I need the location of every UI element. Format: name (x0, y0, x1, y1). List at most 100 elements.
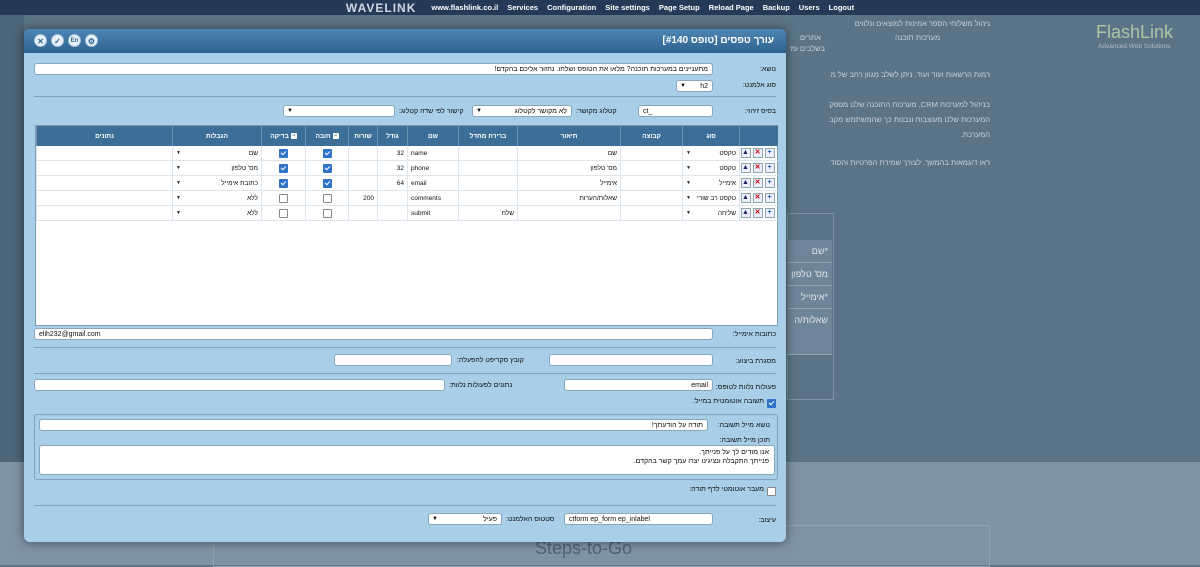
row-size-cell[interactable]: 64 (377, 175, 408, 191)
element-type-select[interactable]: h2 ▼ (676, 80, 713, 92)
column-header-type[interactable]: סוג (682, 126, 740, 146)
row-limits-select[interactable]: שם ▼ (172, 146, 262, 161)
row-size-cell[interactable]: 32 (377, 146, 408, 161)
row-type-select[interactable]: טקסט רב שורי ▼ (682, 190, 740, 206)
row-default-cell[interactable] (458, 160, 518, 176)
row-group-cell[interactable] (620, 190, 683, 206)
row-name-cell[interactable]: phone (407, 160, 459, 176)
add-icon[interactable]: + (764, 208, 775, 218)
column-header-required[interactable]: −חובה (305, 126, 349, 146)
bg-menu-sites[interactable]: אתרים (800, 33, 821, 42)
row-size-cell[interactable] (377, 190, 408, 206)
row-check-checkbox[interactable] (279, 148, 288, 158)
row-name-cell[interactable]: submit (407, 205, 459, 221)
column-header-name[interactable]: שם (407, 126, 459, 146)
row-description-cell[interactable] (517, 205, 621, 221)
delete-icon[interactable]: ✕ (752, 163, 763, 173)
reply-subject-input[interactable]: תודה על הודעתך! (39, 419, 708, 431)
row-check-checkbox[interactable] (279, 163, 288, 173)
move-up-icon[interactable]: ▲ (740, 163, 751, 173)
row-name-cell[interactable]: comments (407, 190, 459, 206)
column-header-size[interactable]: גודל (377, 126, 408, 146)
column-header-description[interactable]: תיאור (517, 126, 621, 146)
language-en-icon[interactable]: En (68, 34, 81, 47)
nav-site-settings[interactable]: Site settings (605, 3, 650, 12)
row-rows-cell[interactable] (348, 146, 378, 161)
row-default-cell[interactable] (458, 146, 518, 161)
delete-icon[interactable]: ✕ (752, 148, 763, 158)
reply-body-textarea[interactable]: אנו מודים לך על פנייתך. פנייתך התקבלה ונ… (39, 445, 775, 475)
row-group-cell[interactable] (620, 175, 683, 191)
add-icon[interactable]: + (764, 148, 775, 158)
column-header-rows[interactable]: שורות (348, 126, 378, 146)
row-name-cell[interactable]: name (407, 146, 459, 161)
style-input[interactable]: ctform ep_form ep_inlabel (564, 513, 713, 525)
row-limits-select[interactable]: ללא ▼ (172, 205, 262, 221)
table-row[interactable]: +✕▲ טקסט ▼ מס' טלפון phone 32 מס' טלפון ▼ (36, 160, 778, 176)
row-data-cell[interactable] (36, 146, 173, 161)
move-up-icon[interactable]: ▲ (740, 208, 751, 218)
row-data-cell[interactable] (36, 160, 173, 176)
row-check-checkbox[interactable] (279, 178, 288, 188)
row-description-cell[interactable]: אימייל (517, 175, 621, 191)
table-row[interactable]: +✕▲ שליחה ▼ שלח submit ללא ▼ (36, 205, 778, 221)
save-icon[interactable]: ✓ (51, 34, 64, 47)
row-rows-cell[interactable]: 200 (348, 190, 378, 206)
status-select[interactable]: פעיל ▼ (428, 513, 502, 525)
nav-users[interactable]: Users (799, 3, 820, 12)
row-check-checkbox[interactable] (279, 193, 288, 203)
column-header-data[interactable]: נתונים (36, 126, 173, 146)
nav-site-link[interactable]: www.flashlink.co.il (431, 3, 498, 12)
row-description-cell[interactable]: מס' טלפון (517, 160, 621, 176)
delete-icon[interactable]: ✕ (752, 178, 763, 188)
table-row[interactable]: +✕▲ טקסט רב שורי ▼ שאלות/הערות comments 200 ל… (36, 190, 778, 206)
script-input[interactable] (334, 354, 452, 366)
close-icon[interactable]: ✕ (34, 34, 47, 47)
add-icon[interactable]: + (764, 178, 775, 188)
row-default-cell[interactable] (458, 190, 518, 206)
row-limits-select[interactable]: כתובת אימייל ▼ (172, 175, 262, 191)
row-type-select[interactable]: טקסט ▼ (682, 146, 740, 161)
table-row[interactable]: +✕▲ טקסט ▼ שם name 32 שם ▼ (36, 146, 778, 161)
row-required-checkbox[interactable] (322, 148, 332, 158)
bg-menu-software[interactable]: מערכות תוכנה (895, 33, 940, 42)
row-type-select[interactable]: אימייל ▼ (682, 175, 740, 191)
row-limits-select[interactable]: ללא ▼ (172, 190, 262, 206)
row-group-cell[interactable] (620, 146, 683, 161)
row-description-cell[interactable]: שאלות/הערות (517, 190, 621, 206)
row-rows-cell[interactable] (348, 175, 378, 191)
settings-icon[interactable]: ⚙ (85, 34, 98, 47)
collapse-icon[interactable]: − (332, 132, 339, 139)
email-input[interactable]: elih232@gmail.com (34, 328, 713, 340)
delete-icon[interactable]: ✕ (752, 193, 763, 203)
collapse-icon[interactable]: − (290, 132, 297, 139)
row-data-cell[interactable] (36, 205, 173, 221)
row-rows-cell[interactable] (348, 205, 378, 221)
add-icon[interactable]: + (764, 193, 775, 203)
row-data-cell[interactable] (36, 190, 173, 206)
row-check-checkbox[interactable] (279, 208, 288, 218)
row-description-cell[interactable]: שם (517, 146, 621, 161)
row-required-checkbox[interactable] (322, 163, 332, 173)
row-default-cell[interactable] (458, 175, 518, 191)
nav-backup[interactable]: Backup (763, 3, 790, 12)
table-row[interactable]: +✕▲ אימייל ▼ אימייל email 64 כתובת אימייל ▼ (36, 175, 778, 191)
auto-redirect-checkbox[interactable] (767, 487, 776, 496)
actions-data-input[interactable] (34, 379, 445, 391)
row-type-select[interactable]: טקסט ▼ (682, 160, 740, 176)
row-size-cell[interactable]: 32 (377, 160, 408, 176)
catalog-select[interactable]: לא מקושר לקטלוג ▼ (472, 105, 572, 117)
row-name-cell[interactable]: email (407, 175, 459, 191)
actions-input[interactable]: email (564, 379, 713, 391)
id-base-input[interactable]: ct_ (638, 105, 713, 117)
row-default-cell[interactable]: שלח (458, 205, 518, 221)
move-up-icon[interactable]: ▲ (740, 193, 751, 203)
row-group-cell[interactable] (620, 160, 683, 176)
add-icon[interactable]: + (764, 163, 775, 173)
subject-input[interactable]: מתעניינים במערכות תוכנה? מלאו את הטופס ו… (34, 63, 713, 75)
nav-reload-page[interactable]: Reload Page (709, 3, 754, 12)
row-required-checkbox[interactable] (322, 193, 332, 203)
catalog-field-select[interactable]: ▼ (283, 105, 395, 117)
row-data-cell[interactable] (36, 175, 173, 191)
row-limits-select[interactable]: מס' טלפון ▼ (172, 160, 262, 176)
